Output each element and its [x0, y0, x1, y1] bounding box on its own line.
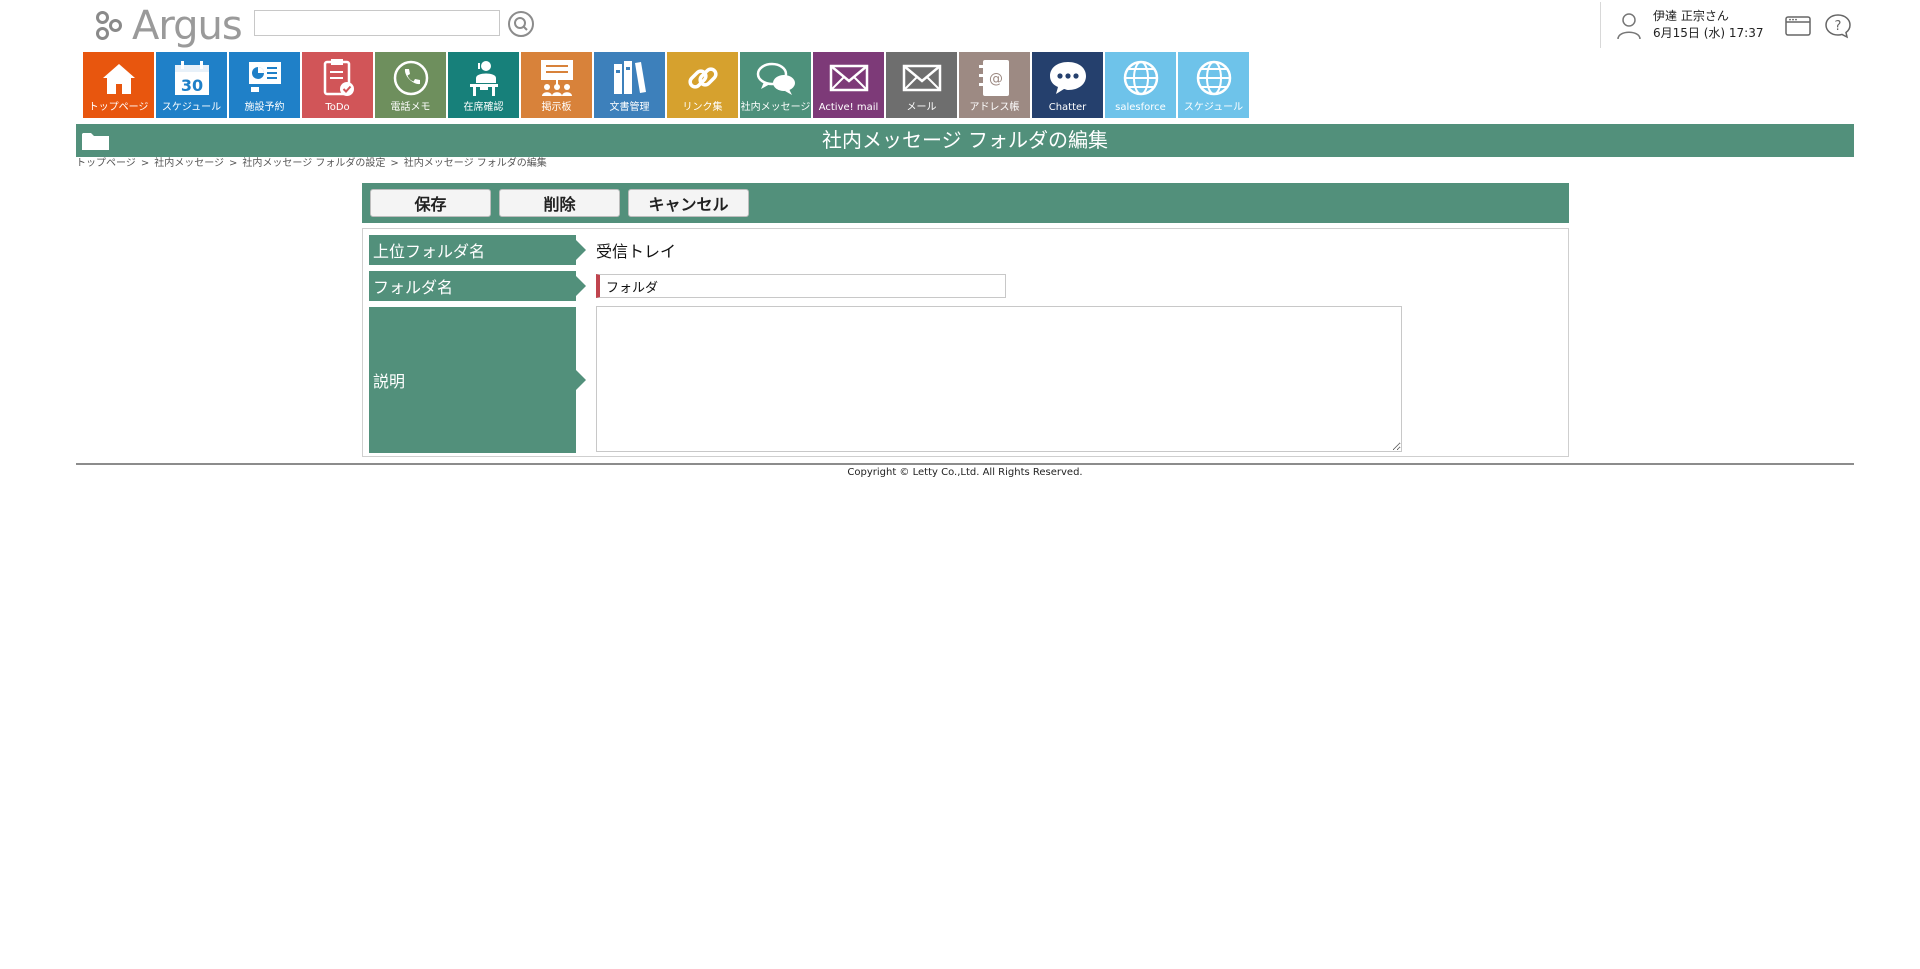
- folder-name-field[interactable]: [596, 274, 1006, 298]
- nav-tile-label: リンク集: [682, 102, 723, 113]
- nav-tile-board[interactable]: 掲示板: [521, 52, 592, 118]
- nav-tile-link[interactable]: リンク集: [667, 52, 738, 118]
- board-icon: [535, 55, 579, 101]
- nav-tile-label: salesforce: [1115, 102, 1166, 113]
- app-nav: トップページ 30 スケジュール 施設予約 ToDo 電話メモ 在席確認 掲示板 文書管理 リンク…: [83, 52, 1249, 118]
- form-toolbar: 保存 削除 キャンセル: [362, 183, 1569, 223]
- mail-icon: [827, 55, 871, 101]
- message-icon: [754, 55, 798, 101]
- user-name: 伊達 正宗さん: [1653, 9, 1729, 23]
- search-icon: [514, 17, 528, 31]
- nav-tile-todo[interactable]: ToDo: [302, 52, 373, 118]
- logo-mark-icon: [94, 9, 128, 43]
- calendar-icon: 30: [170, 55, 214, 101]
- nav-tile-message[interactable]: 社内メッセージ: [740, 52, 811, 118]
- header: Argus 伊達 正宗さん 6月15日 (水) 17:37 ?: [0, 0, 1920, 52]
- footer-divider: [76, 463, 1854, 465]
- user-icon: [1617, 13, 1641, 40]
- window-icon: [1785, 16, 1811, 36]
- breadcrumb-item: 社内メッセージ フォルダの編集: [403, 158, 547, 169]
- help-button[interactable]: ?: [1824, 12, 1852, 40]
- breadcrumb-separator: >: [390, 158, 399, 169]
- folder-name-label: フォルダ名: [369, 271, 586, 301]
- link-icon: [681, 55, 725, 101]
- globe-icon: [1192, 55, 1236, 101]
- search-button[interactable]: [508, 11, 534, 37]
- current-datetime: 6月15日 (水) 17:37: [1653, 26, 1764, 40]
- home-icon: [97, 55, 141, 101]
- nav-tile-phone[interactable]: 電話メモ: [375, 52, 446, 118]
- phone-icon: [389, 55, 433, 101]
- argus-logo[interactable]: Argus: [94, 3, 243, 49]
- nav-tile-label: 電話メモ: [390, 102, 431, 113]
- nav-tile-address-book[interactable]: @ アドレス帳: [959, 52, 1030, 118]
- parent-folder-value: 受信トレイ: [596, 242, 677, 261]
- todo-icon: [316, 55, 360, 101]
- nav-tile-label: 社内メッセージ: [740, 102, 811, 113]
- description-label: 説明: [369, 307, 586, 453]
- save-button[interactable]: 保存: [370, 189, 491, 217]
- globe-icon: [1119, 55, 1163, 101]
- nav-tile-globe[interactable]: スケジュール: [1178, 52, 1249, 118]
- page-title: 社内メッセージ フォルダの編集: [822, 128, 1108, 152]
- nav-tile-globe[interactable]: salesforce: [1105, 52, 1176, 118]
- mail-icon: [900, 55, 944, 101]
- nav-tile-label: トップページ: [88, 102, 149, 113]
- svg-text:30: 30: [180, 76, 202, 95]
- delete-button[interactable]: 削除: [499, 189, 620, 217]
- breadcrumb-item[interactable]: 社内メッセージ: [154, 158, 224, 169]
- breadcrumb-separator: >: [140, 158, 150, 169]
- nav-tile-facility[interactable]: 施設予約: [229, 52, 300, 118]
- nav-tile-mail[interactable]: Active! mail: [813, 52, 884, 118]
- nav-tile-label: スケジュール: [1183, 102, 1244, 113]
- cancel-button[interactable]: キャンセル: [628, 189, 749, 217]
- address-book-icon: @: [973, 55, 1017, 101]
- nav-tile-chat[interactable]: Chatter: [1032, 52, 1103, 118]
- copyright: Copyright © Letty Co.,Ltd. All Rights Re…: [847, 467, 1083, 478]
- breadcrumb-item[interactable]: トップページ: [76, 158, 136, 169]
- document-icon: [608, 55, 652, 101]
- logo-text: Argus: [132, 3, 243, 49]
- title-bar: 社内メッセージ フォルダの編集: [76, 124, 1854, 157]
- nav-tile-label: スケジュール: [161, 102, 222, 113]
- nav-tile-label: Active! mail: [818, 102, 879, 113]
- nav-tile-label: 文書管理: [609, 102, 650, 113]
- breadcrumb-item[interactable]: 社内メッセージ フォルダの設定: [242, 158, 385, 169]
- nav-tile-label: ToDo: [325, 102, 350, 113]
- nav-tile-label: 施設予約: [244, 102, 285, 113]
- parent-folder-label: 上位フォルダ名: [369, 235, 586, 265]
- help-icon: ?: [1825, 14, 1851, 39]
- nav-tile-calendar[interactable]: 30 スケジュール: [156, 52, 227, 118]
- description-field[interactable]: [596, 306, 1402, 452]
- breadcrumb: トップページ > 社内メッセージ > 社内メッセージ フォルダの設定 > 社内メッセージ フ…: [76, 158, 547, 170]
- nav-tile-label: メール: [906, 102, 937, 113]
- facility-icon: [243, 55, 287, 101]
- nav-tile-mail[interactable]: メール: [886, 52, 957, 118]
- user-info[interactable]: 伊達 正宗さん 6月15日 (水) 17:37: [1600, 2, 1763, 48]
- nav-tile-label: アドレス帳: [969, 102, 1020, 113]
- nav-tile-presence[interactable]: 在席確認: [448, 52, 519, 118]
- svg-text:?: ?: [1835, 19, 1842, 34]
- presence-icon: [462, 55, 506, 101]
- folder-edit-form: 上位フォルダ名 受信トレイ フォルダ名 説明: [362, 228, 1569, 457]
- nav-tile-label: 在席確認: [463, 102, 504, 113]
- breadcrumb-separator: >: [229, 158, 238, 169]
- svg-text:@: @: [989, 71, 1003, 87]
- chat-icon: [1046, 55, 1090, 101]
- nav-tile-label: 掲示板: [541, 102, 572, 113]
- nav-tile-label: Chatter: [1048, 102, 1087, 113]
- nav-tile-home[interactable]: トップページ: [83, 52, 154, 118]
- search-input[interactable]: [254, 10, 500, 36]
- window-button[interactable]: [1784, 12, 1812, 40]
- nav-tile-document[interactable]: 文書管理: [594, 52, 665, 118]
